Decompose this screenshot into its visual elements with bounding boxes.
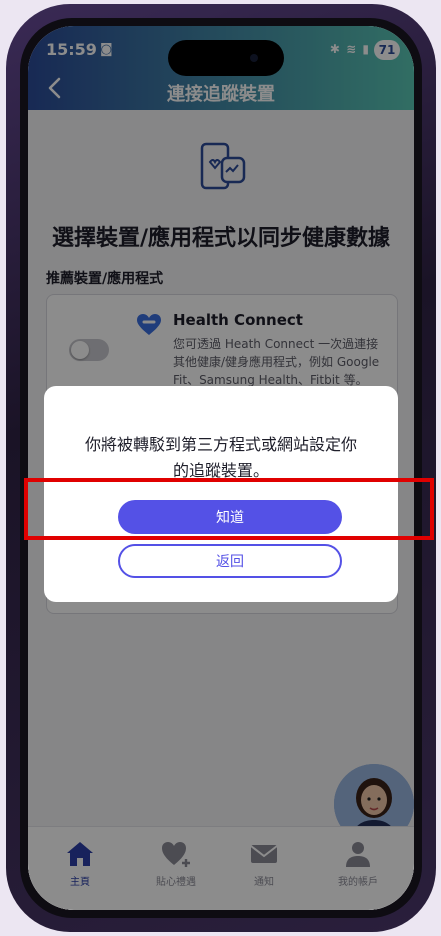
dialog-message: 你將被轉駁到第三方程式或網站設定你的追蹤裝置。: [84, 435, 357, 480]
highlight-box: [24, 478, 434, 540]
back-button[interactable]: 返回: [118, 544, 342, 578]
app-screen: 15:59 ◙ ✱ ≋ ▮ 71 連接追蹤裝置 選擇裝置/應用程式以同步健康數據…: [28, 26, 414, 910]
